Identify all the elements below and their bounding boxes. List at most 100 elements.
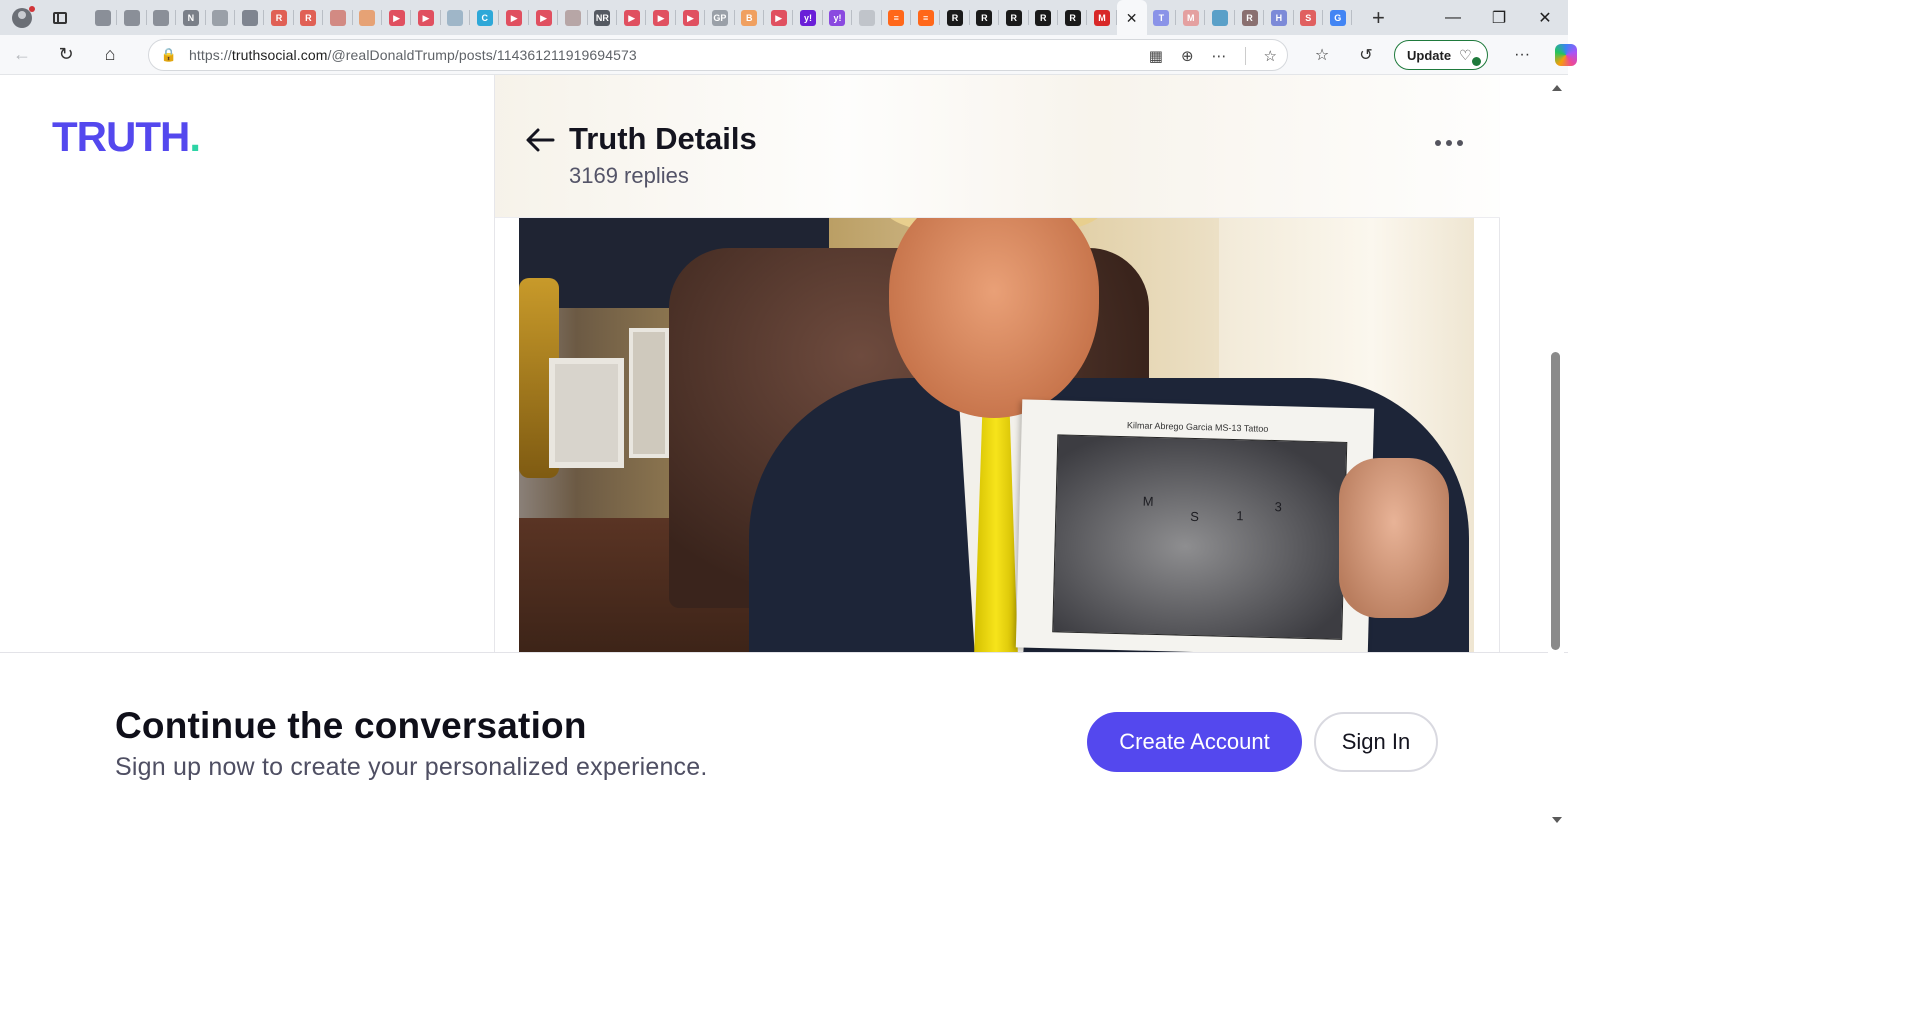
scroll-up-icon[interactable] (1552, 85, 1562, 91)
url-text[interactable]: https://truthsocial.com/@realDonaldTrump… (189, 47, 637, 63)
tab-doc-icon[interactable] (206, 0, 236, 35)
rc-icon: R (1035, 9, 1052, 26)
back-arrow-icon[interactable] (525, 127, 555, 153)
address-bar[interactable]: 🔒 https://truthsocial.com/@realDonaldTru… (148, 39, 1288, 71)
rc-icon: R (976, 9, 993, 26)
tab-nr-icon[interactable]: NR (588, 0, 618, 35)
rc-icon: R (1241, 9, 1258, 26)
new-tab-button[interactable]: + (1360, 0, 1396, 35)
lock-icon[interactable]: 🔒 (149, 47, 189, 63)
tab-rc-icon[interactable]: R (999, 0, 1029, 35)
tab-pdf-icon[interactable] (323, 0, 353, 35)
tab-globe-icon[interactable] (88, 0, 118, 35)
tab-substack-icon[interactable]: ≡ (911, 0, 941, 35)
tab-m-icon[interactable]: M (1087, 0, 1118, 35)
tab-yahoo-icon[interactable]: y! (823, 0, 853, 35)
tab-youtube-icon[interactable]: ▶ (411, 0, 442, 35)
globe-icon (94, 9, 111, 26)
tab-h-icon[interactable]: H (1264, 0, 1295, 35)
tab-globe-icon[interactable] (117, 0, 148, 35)
tab-r-icon[interactable]: R (264, 0, 295, 35)
tab-rc-icon[interactable]: R (940, 0, 971, 35)
more-menu-icon[interactable]: ··· (1500, 46, 1544, 64)
tab-youtube-icon[interactable]: ▶ (676, 0, 706, 35)
restore-button[interactable]: ❐ (1476, 0, 1522, 35)
close-icon[interactable]: ✕ (1124, 10, 1140, 26)
scroll-down-icon[interactable] (1552, 817, 1562, 823)
tab-youtube-icon[interactable]: ▶ (382, 0, 412, 35)
youtube-icon: ▶ (682, 9, 699, 26)
truth-logo[interactable]: TRUTH. (52, 116, 201, 158)
favorite-star-icon[interactable]: ☆ (1264, 47, 1277, 65)
history-icon[interactable]: ↺ (1344, 45, 1388, 65)
tab-youtube-icon[interactable]: ▶ (499, 0, 530, 35)
home-icon[interactable]: ⌂ (88, 35, 132, 75)
minimize-button[interactable]: — (1430, 0, 1476, 35)
tab-yahoo-icon[interactable]: y! (793, 0, 824, 35)
m-icon: M (1182, 9, 1199, 26)
profile-button[interactable] (0, 0, 44, 35)
back-icon[interactable]: ← (0, 35, 44, 75)
toolbar-right: ☆ ↺ Update ♡ ··· (1300, 35, 1588, 75)
tab-pdf-icon[interactable] (558, 0, 589, 35)
tab-google-icon[interactable]: G (1323, 0, 1353, 35)
tab-rc-icon[interactable]: R (1058, 0, 1088, 35)
tab-rc-icon[interactable]: R (970, 0, 1000, 35)
tab-rc-icon[interactable]: R (1235, 0, 1265, 35)
tab-c-icon[interactable]: C (470, 0, 500, 35)
copilot-icon[interactable] (1544, 44, 1588, 66)
hand (1339, 458, 1449, 618)
update-button[interactable]: Update ♡ (1394, 40, 1489, 70)
tab-bar: N R R ▶ ▶ C ▶ ▶ NR ▶ ▶ ▶ GP B ▶ y! y! ≡ ≡ R R R R R M ✕ T M R H S G + —… (0, 0, 1568, 35)
tab-strip: N R R ▶ ▶ C ▶ ▶ NR ▶ ▶ ▶ GP B ▶ y! y! ≡ ≡ R R R R R M ✕ T M R H S G (76, 0, 1353, 35)
tab-t-icon[interactable]: T (1147, 0, 1177, 35)
tab-actions-icon[interactable] (44, 0, 76, 35)
tab-leaf-icon[interactable] (441, 0, 471, 35)
held-paper: Kilmar Abrego Garcia MS-13 Tattoo M S 1 … (1015, 399, 1375, 652)
rc-icon: R (1005, 9, 1022, 26)
tab-youtube-icon[interactable]: ▶ (764, 0, 794, 35)
page-scrollbar[interactable] (1548, 75, 1564, 833)
tab-circle-icon[interactable] (353, 0, 383, 35)
refresh-icon[interactable]: ↻ (44, 35, 88, 75)
tab-bird-icon[interactable] (852, 0, 882, 35)
tab-m-icon[interactable]: M (1176, 0, 1206, 35)
zoom-icon[interactable]: ⊕ (1181, 47, 1194, 65)
window-controls: — ❐ ✕ (1430, 0, 1568, 35)
tab-rc-icon[interactable]: R (1029, 0, 1059, 35)
reply-count: 3169 replies (569, 163, 689, 188)
create-account-button[interactable]: Create Account (1087, 712, 1302, 772)
scrollbar-thumb[interactable] (1551, 352, 1560, 650)
t-icon: T (1153, 9, 1170, 26)
tab-bird-icon[interactable] (1205, 0, 1236, 35)
tab-s-icon[interactable]: S (1294, 0, 1324, 35)
tab-globe-icon[interactable] (147, 0, 177, 35)
tab-gp-icon[interactable]: GP (705, 0, 735, 35)
notification-dot (29, 6, 35, 12)
more-options-icon[interactable] (1435, 135, 1467, 151)
window-close-button[interactable]: ✕ (1522, 0, 1568, 35)
apps-icon[interactable]: ▦ (1149, 47, 1163, 65)
read-aloud-icon[interactable]: ⋯ (1212, 47, 1227, 65)
circle-icon (359, 9, 376, 26)
active-tab-close-button[interactable]: ✕ (1116, 0, 1147, 35)
post-image[interactable]: Kilmar Abrego Garcia MS-13 Tattoo M S 1 … (519, 218, 1474, 652)
youtube-icon: ▶ (653, 9, 670, 26)
tab-youtube-icon[interactable]: ▶ (617, 0, 647, 35)
tab-youtube-icon[interactable]: ▶ (646, 0, 677, 35)
post-header: Truth Details 3169 replies (495, 75, 1500, 218)
tab-substack-icon[interactable]: ≡ (882, 0, 912, 35)
tab-b-icon[interactable]: B (735, 0, 765, 35)
globe-icon (124, 9, 141, 26)
sign-in-button[interactable]: Sign In (1314, 712, 1438, 772)
c-icon: C (476, 9, 493, 26)
banner-subtitle: Sign up now to create your personalized … (115, 753, 708, 781)
tab-arrow-icon[interactable] (235, 0, 265, 35)
favorites-icon[interactable]: ☆ (1300, 45, 1344, 65)
tab-youtube-icon[interactable]: ▶ (529, 0, 559, 35)
tab-news-icon[interactable]: N (176, 0, 206, 35)
youtube-icon: ▶ (623, 9, 640, 26)
rc-icon: R (947, 9, 964, 26)
r-icon: R (300, 9, 317, 26)
tab-r-icon[interactable]: R (294, 0, 324, 35)
